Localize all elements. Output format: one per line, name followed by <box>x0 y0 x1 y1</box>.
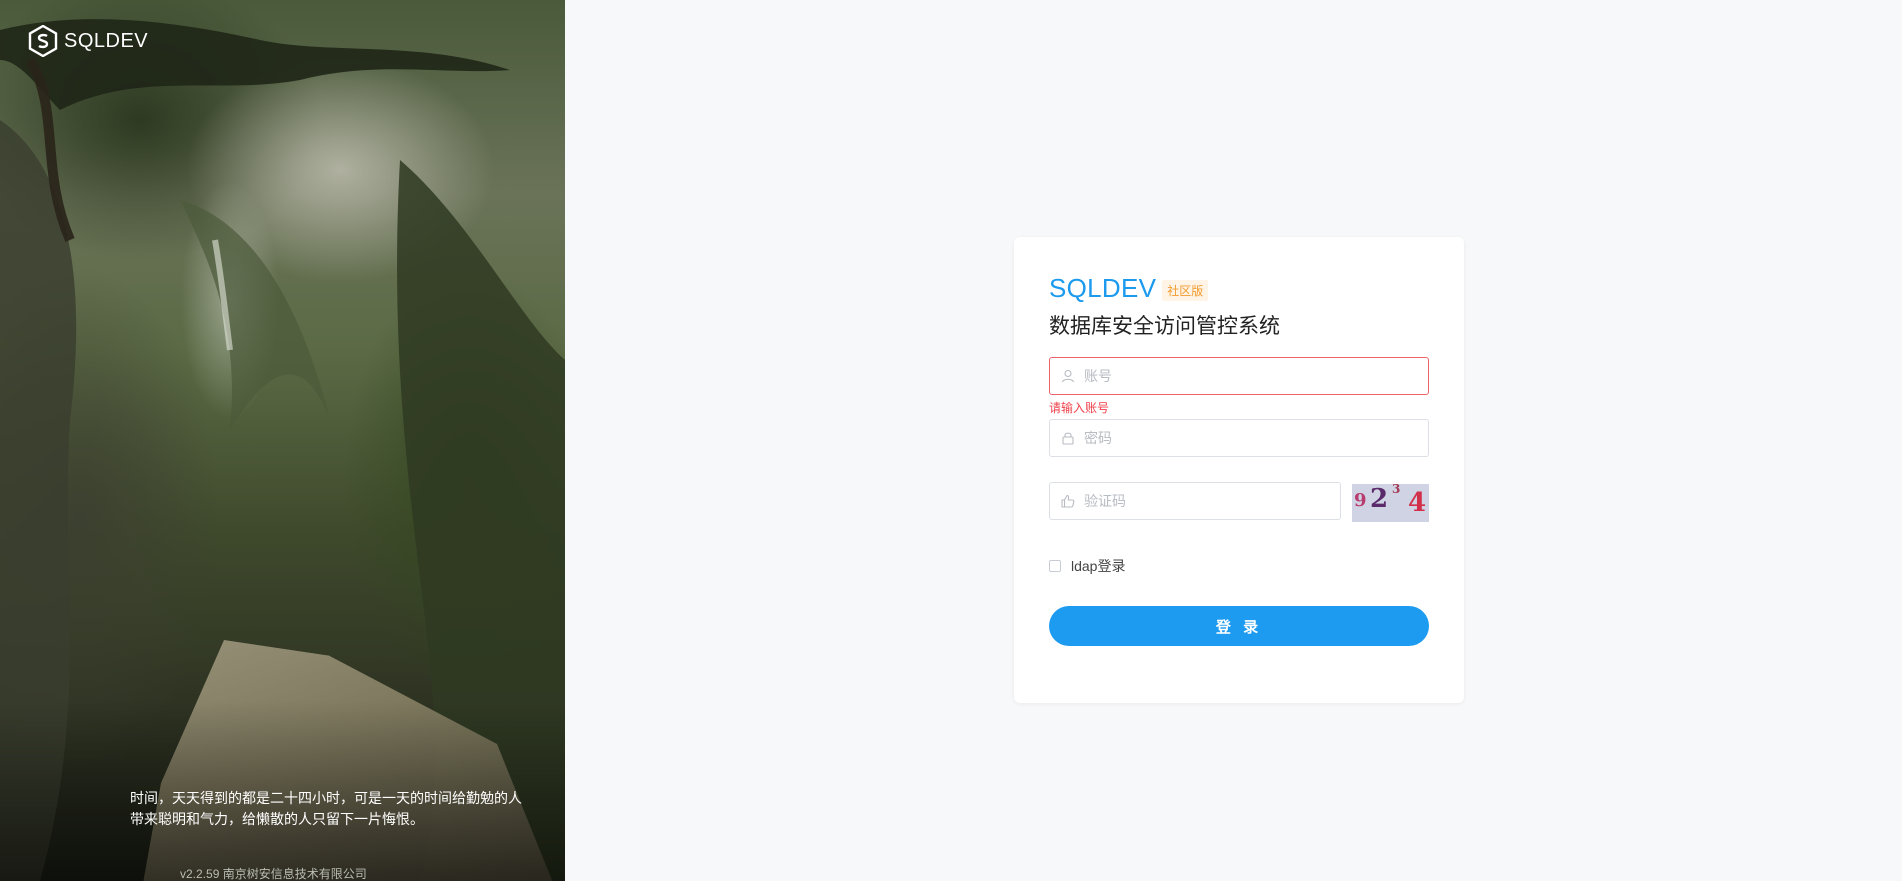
lock-icon <box>1062 432 1074 445</box>
ldap-label[interactable]: ldap登录 <box>1071 556 1125 576</box>
ldap-checkbox[interactable] <box>1049 560 1061 572</box>
captcha-char: 4 <box>1408 488 1427 518</box>
brand-name: SQLDEV <box>1049 273 1157 303</box>
password-field[interactable] <box>1049 419 1429 457</box>
captcha-char: 3 <box>1392 484 1401 496</box>
captcha-field[interactable] <box>1049 482 1341 520</box>
captcha-char: 9 <box>1354 490 1367 511</box>
edition-badge: 社区版 <box>1162 280 1209 301</box>
login-button[interactable]: 登 录 <box>1049 606 1429 646</box>
version-footer: v2.2.59 南京树安信息技术有限公司 <box>180 867 367 881</box>
thumb-icon <box>1061 494 1075 508</box>
password-input[interactable] <box>1082 429 1428 447</box>
user-icon <box>1061 369 1075 383</box>
captcha-input[interactable] <box>1082 492 1340 510</box>
account-input[interactable] <box>1082 367 1428 385</box>
logo-text: SQLDEV <box>64 29 149 52</box>
app-logo: SQLDEV <box>28 25 148 57</box>
background-image-panel: SQLDEV 时间，天天得到的都是二十四小时，可是一天的时间给勤勉的人带来聪明和… <box>0 0 565 881</box>
brand-heading: SQLDEV 社区版 <box>1049 273 1209 304</box>
account-error-message: 请输入账号 <box>1049 401 1110 415</box>
system-title: 数据库安全访问管控系统 <box>1049 315 1280 338</box>
captcha-char: 2 <box>1370 484 1389 514</box>
login-card: SQLDEV 社区版 数据库安全访问管控系统 请输入账号 9 2 3 4 lda… <box>1014 237 1464 703</box>
motto-quote: 时间，天天得到的都是二十四小时，可是一天的时间给勤勉的人带来聪明和气力，给懒散的… <box>130 790 522 827</box>
captcha-image[interactable]: 9 2 3 4 <box>1352 484 1429 522</box>
account-field[interactable] <box>1049 357 1429 395</box>
ldap-login-option[interactable]: ldap登录 <box>1049 556 1125 576</box>
hexagon-logo-icon <box>28 25 58 57</box>
